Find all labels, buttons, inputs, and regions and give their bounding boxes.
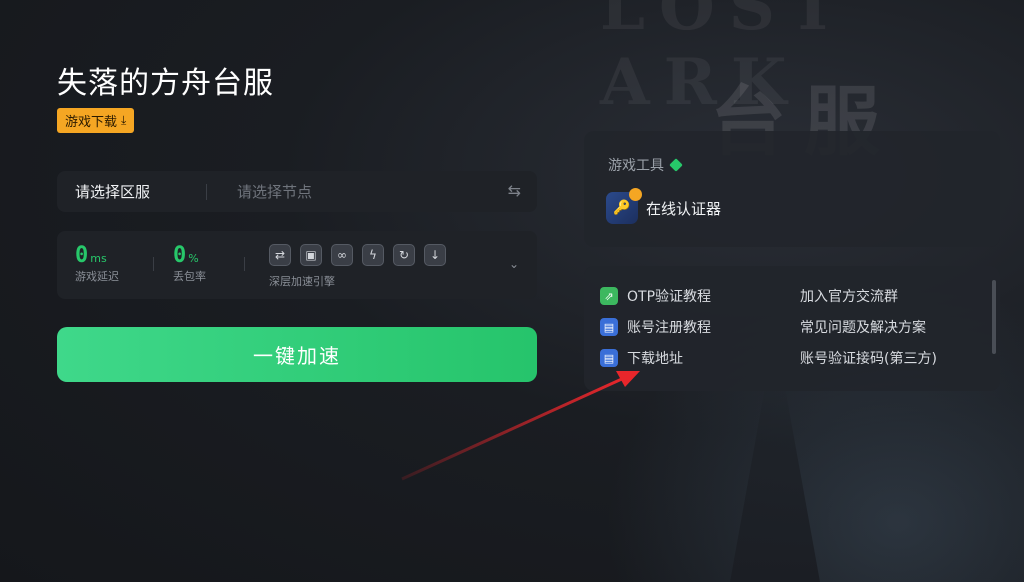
link-label: 账号注册教程 [627, 320, 711, 336]
region-select[interactable]: 请选择区服 [75, 181, 150, 202]
selector-divider [206, 183, 208, 200]
help-links-card: ⇗ OTP验证教程 ▤ 账号注册教程 ▤ 下载地址 加入官方交流群 常见问题及解… [584, 266, 1000, 391]
game-tools-card: 游戏工具 🔑 在线认证器 [584, 131, 1000, 247]
link-faq[interactable]: 常见问题及解决方案 [800, 317, 926, 337]
link-icon[interactable]: ⇄ [269, 244, 291, 266]
server-selector-bar: 请选择区服 请选择节点 ⇆ [57, 171, 537, 212]
tutorial-icon: ▤ [600, 318, 618, 336]
tool-label: 在线认证器 [646, 199, 722, 218]
chain-icon[interactable]: ∞ [331, 244, 353, 266]
link-label: 常见问题及解决方案 [800, 320, 926, 336]
link-label: OTP验证教程 [627, 289, 712, 305]
link-label: 下载地址 [627, 351, 683, 367]
screen-icon[interactable]: ▣ [300, 244, 322, 266]
authenticator-icon: 🔑 [606, 188, 642, 224]
latency-value: 0 [75, 243, 89, 268]
download-arrow-icon: ⤓ [121, 113, 127, 127]
loss-stat: 0% 丢包率 [173, 243, 206, 284]
chevron-down-icon[interactable]: ⌄ [509, 257, 519, 271]
refresh-icon[interactable]: ↻ [393, 244, 415, 266]
node-select[interactable]: 请选择节点 [237, 181, 312, 202]
game-download-label: 游戏下载 [65, 115, 118, 130]
engine-icons: ⇄ ▣ ∞ ϟ ↻ ↓ [269, 244, 446, 266]
cube-icon [669, 158, 683, 172]
game-download-button[interactable]: 游戏下载 ⤓ [57, 108, 135, 133]
loss-unit: % [188, 252, 199, 265]
bolt-icon[interactable]: ϟ [362, 244, 384, 266]
game-title: 失落的方舟台服 [57, 66, 274, 101]
latency-label: 游戏延迟 [75, 270, 119, 283]
background-logo-text: LOST ARK [600, 0, 851, 120]
link-label: 账号验证接码(第三方) [800, 351, 937, 367]
badge-icon [629, 188, 642, 201]
stat-divider [153, 257, 154, 271]
loss-label: 丢包率 [173, 270, 206, 283]
latency-stat: 0 ms 游戏延迟 [75, 243, 119, 284]
tool-item-authenticator[interactable]: 🔑 在线认证器 [606, 188, 722, 224]
annotation-arrow-shaft [401, 376, 625, 481]
download-icon[interactable]: ↓ [424, 244, 446, 266]
link-otp-tutorial[interactable]: ⇗ OTP验证教程 [600, 286, 711, 306]
link-download-address[interactable]: ▤ 下载地址 [600, 348, 683, 368]
stats-panel: 0 ms 游戏延迟 0% 丢包率 ⇄ ▣ ∞ ϟ ↻ ↓ 深层加速引擎 ⌄ [57, 231, 537, 299]
latency-unit: ms [90, 252, 107, 265]
link-register-tutorial[interactable]: ▤ 账号注册教程 [600, 317, 711, 337]
background-spire [730, 382, 820, 582]
link-label: 加入官方交流群 [800, 289, 898, 305]
engine-label: 深层加速引擎 [269, 275, 335, 288]
stat-divider [244, 257, 245, 271]
link-icon: ⇗ [600, 287, 618, 305]
link-join-group[interactable]: 加入官方交流群 [800, 286, 898, 306]
swap-icon[interactable]: ⇆ [508, 181, 521, 200]
tools-title-text: 游戏工具 [608, 158, 664, 174]
accelerate-button[interactable]: 一键加速 [57, 327, 537, 382]
tutorial-icon: ▤ [600, 349, 618, 367]
loss-value: 0 [173, 243, 187, 268]
scrollbar-thumb[interactable] [992, 280, 996, 354]
link-sms-verify[interactable]: 账号验证接码(第三方) [800, 348, 937, 368]
tools-title: 游戏工具 [608, 155, 683, 175]
